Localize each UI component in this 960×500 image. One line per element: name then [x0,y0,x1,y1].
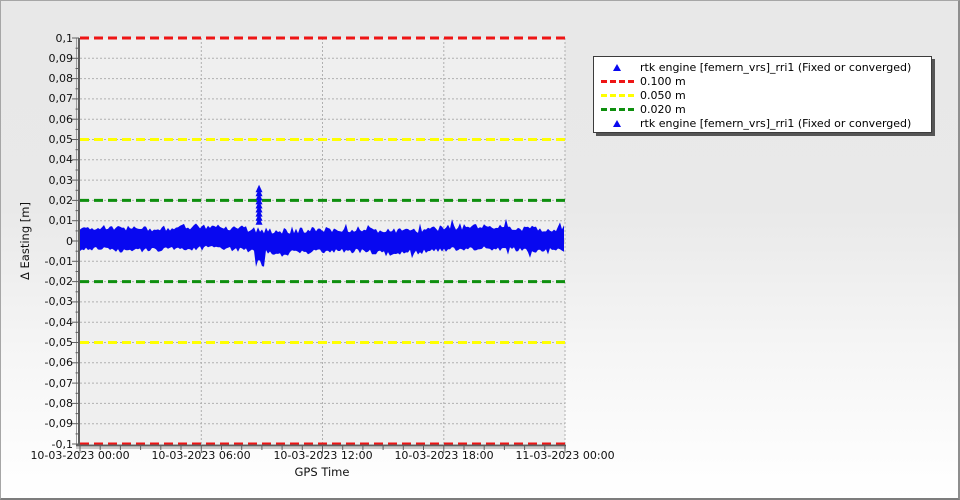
y-tick-label: 0,05 [48,133,74,146]
legend: rtk engine [femern_vrs]_rri1 (Fixed or c… [593,56,932,133]
legend-label: rtk engine [femern_vrs]_rri1 (Fixed or c… [640,116,912,130]
y-tick-label: -0,05 [44,336,73,349]
triangle-marker-icon [613,119,621,127]
y-tick-label: 0,07 [48,92,74,105]
legend-item[interactable]: 0.100 m [594,74,931,88]
y-tick-label: 0,08 [48,72,74,85]
y-tick-label: 0,03 [48,174,74,187]
legend-item[interactable]: 0.050 m [594,88,931,102]
y-tick-label: 0,09 [48,52,74,65]
y-tick-label: -0,04 [44,316,73,329]
legend-label: 0.100 m [640,74,686,88]
y-tick-label: -0,07 [44,377,73,390]
dashed-line-icon [600,107,634,111]
y-tick-label: 0,1 [55,32,74,45]
dashed-line-icon [600,93,634,97]
legend-label: 0.050 m [640,88,686,102]
y-tick-label: -0,03 [44,295,73,308]
x-tick-label: 10-03-2023 06:00 [151,449,251,462]
x-axis-title: GPS Time [294,465,350,479]
chart-window: 0,1 0,09 0,08 0,07 0,06 0,05 0,04 0,03 0,02 0,01 0… [0,0,960,500]
triangle-marker-icon [613,63,621,71]
y-tick-label: 0,06 [48,113,74,126]
x-tick-label: 10-03-2023 18:00 [394,449,494,462]
legend-label: 0.020 m [640,102,686,116]
x-tick-label: 10-03-2023 12:00 [273,449,373,462]
y-tick-label: -0,06 [44,356,73,369]
x-tick-label: 11-03-2023 00:00 [515,449,615,462]
y-tick-label: 0,04 [48,153,74,166]
y-axis-title: Δ Easting [m] [18,202,32,280]
y-tick-label: -0,09 [44,417,73,430]
legend-item[interactable]: rtk engine [femern_vrs]_rri1 (Fixed or c… [594,60,931,74]
y-tick-label: -0,08 [44,397,73,410]
dashed-line-icon [600,79,634,83]
legend-item[interactable]: 0.020 m [594,102,931,116]
legend-label: rtk engine [femern_vrs]_rri1 (Fixed or c… [640,60,912,74]
legend-item[interactable]: rtk engine [femern_vrs]_rri1 (Fixed or c… [594,116,931,130]
x-tick-label: 10-03-2023 00:00 [30,449,130,462]
